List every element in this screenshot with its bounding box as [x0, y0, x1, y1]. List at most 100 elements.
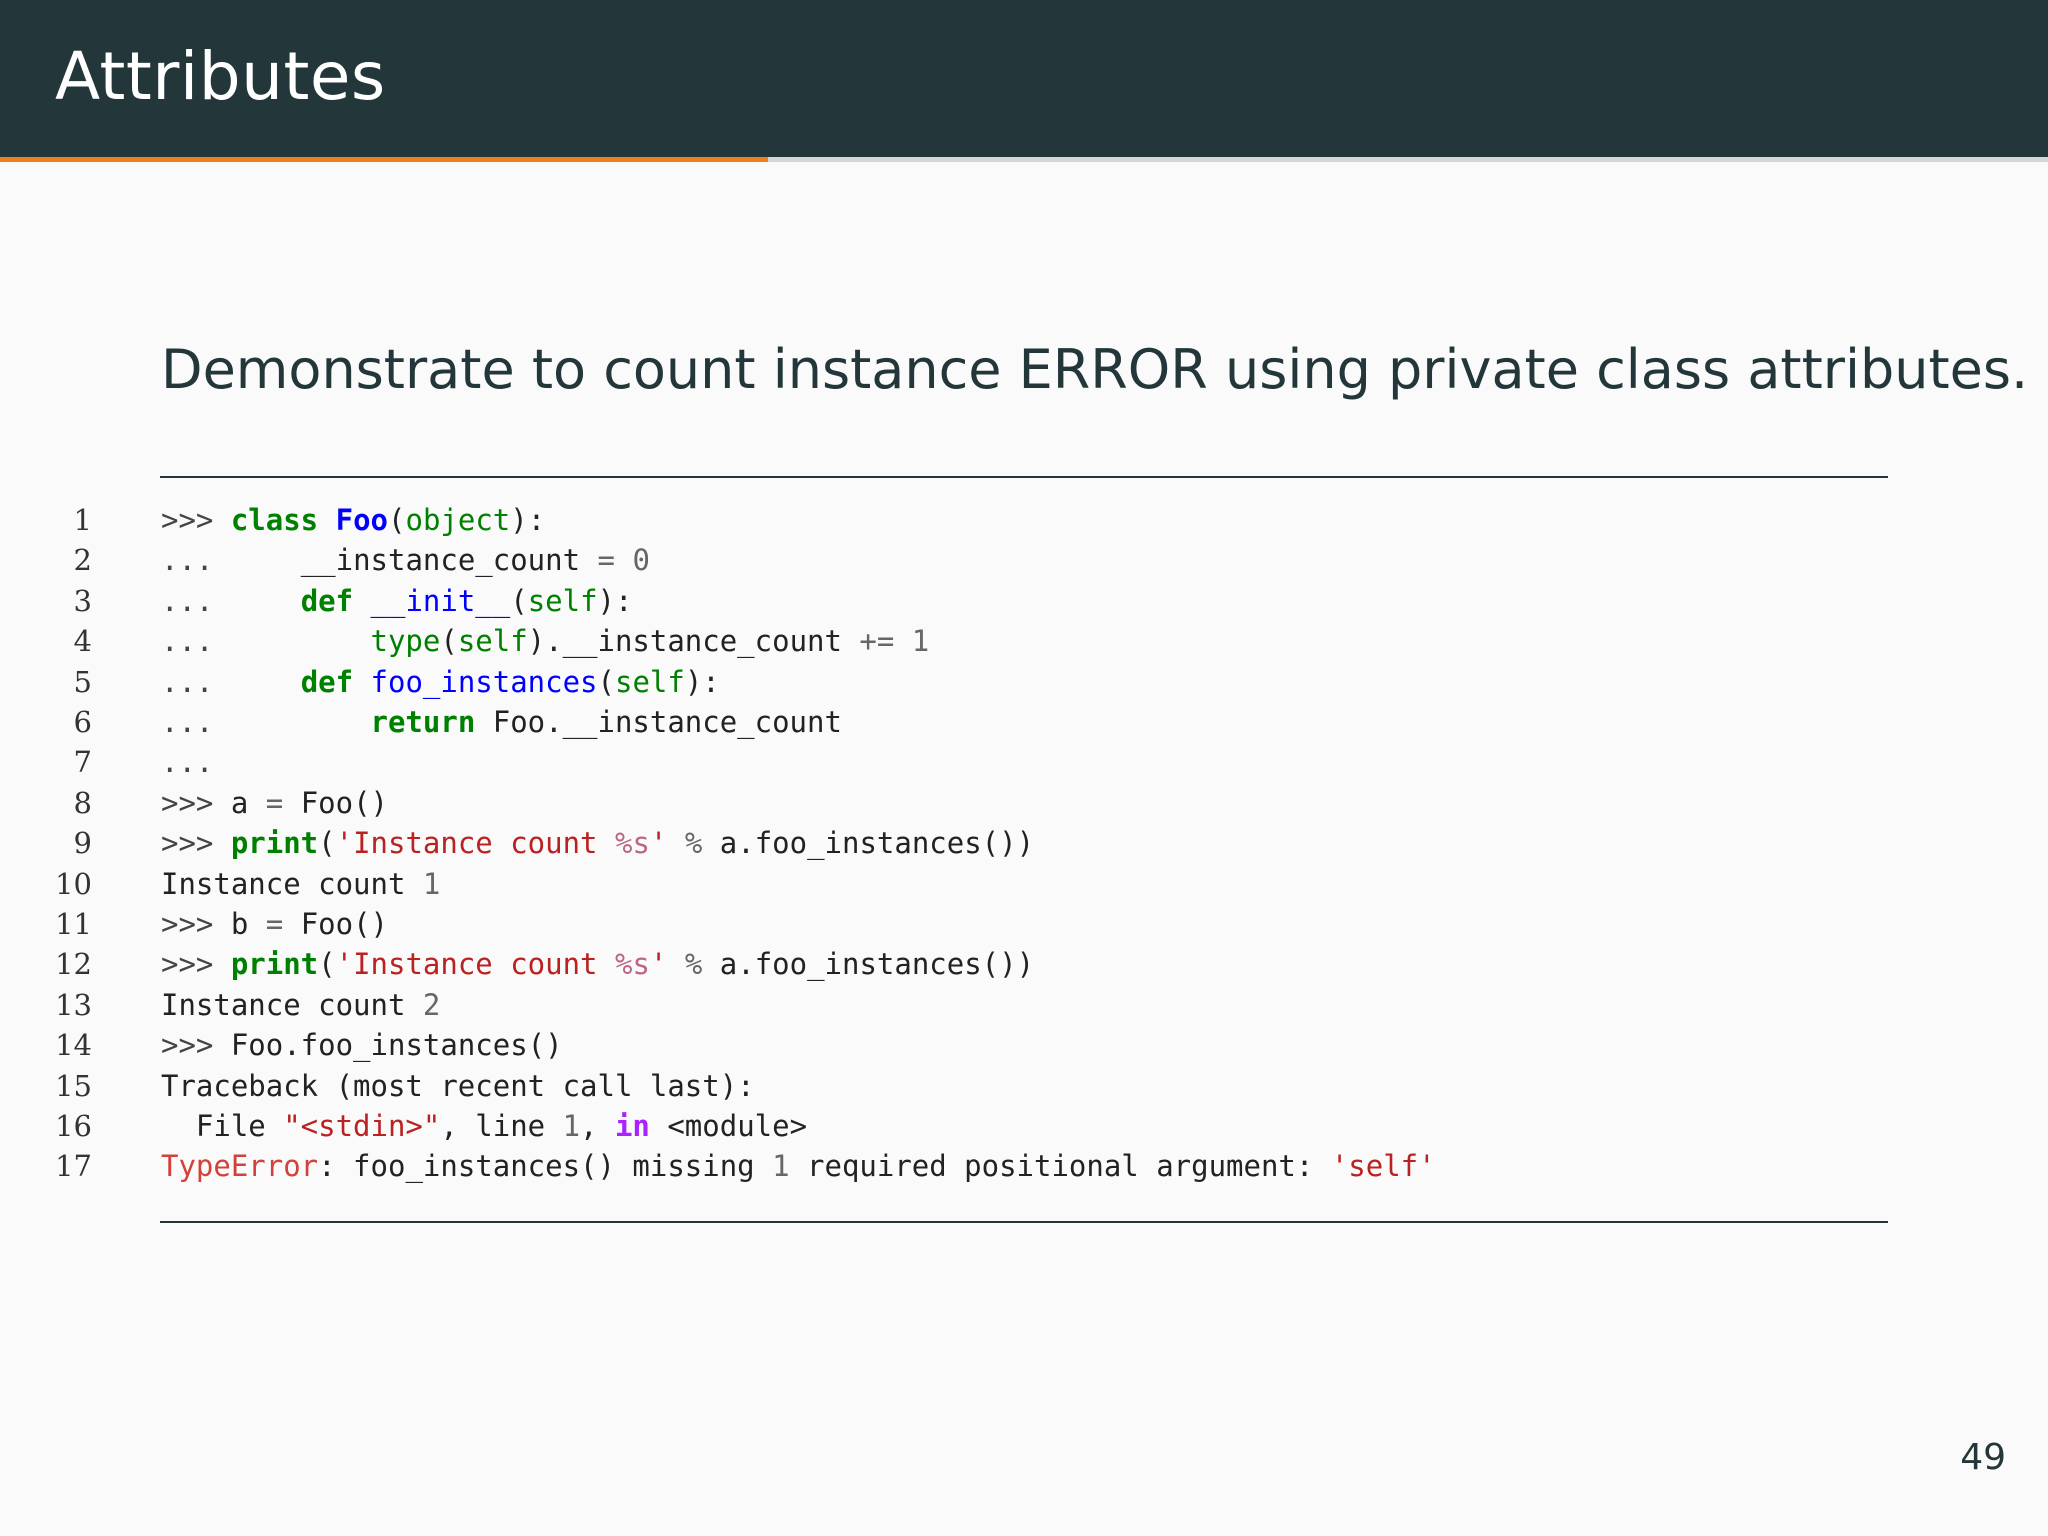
code-token: ... [161, 705, 371, 739]
line-number: 3 [73, 583, 92, 618]
code-token: Foo.__instance_count [475, 705, 842, 739]
code-token: type [370, 624, 441, 659]
code-token: ( [388, 503, 406, 537]
code-token: 'Instance count [335, 947, 615, 982]
code-token: >>> [161, 503, 231, 537]
code-token: >>> [161, 947, 231, 982]
code-token: 1 [772, 1149, 790, 1184]
code-top-rule [160, 476, 1888, 478]
code-text: >>> print('Instance count %s' % a.foo_in… [161, 823, 1034, 863]
code-token: ' [649, 947, 668, 982]
code-token: Foo.foo_instances() [230, 1028, 563, 1063]
code-token: %s [614, 826, 650, 861]
code-token: ... [161, 543, 301, 578]
line-number: 4 [73, 624, 92, 659]
code-token: <module> [649, 1109, 808, 1143]
code-token: ( [440, 624, 458, 659]
code-token: Foo [335, 503, 389, 537]
code-token: "<stdin>" [283, 1109, 441, 1143]
code-token: ... [161, 624, 371, 659]
code-token: % [684, 826, 703, 861]
code-token: 'self' [1330, 1149, 1436, 1184]
code-token: , [580, 1109, 615, 1143]
code-token: % [684, 947, 703, 982]
code-text: File "<stdin>", line 1, in <module> [161, 1106, 807, 1146]
code-token: >>> [161, 785, 231, 820]
slide-title: Attributes [55, 38, 386, 115]
code-text: ... type(self).__instance_count += 1 [161, 621, 929, 661]
code-token: : foo_instances() missing [318, 1149, 773, 1184]
code-token: self [527, 583, 598, 618]
slide-subtitle: Demonstrate to count instance ERROR usin… [161, 338, 2029, 401]
line-number: 15 [55, 1068, 92, 1103]
code-token: , line [440, 1109, 563, 1143]
code-text: ... return Foo.__instance_count [161, 702, 842, 742]
code-token: in [614, 1109, 650, 1143]
code-token: ): [597, 583, 633, 618]
code-text: Instance count 2 [161, 985, 440, 1025]
code-token: Traceback (most recent call last): [161, 1068, 755, 1103]
code-token: File [161, 1109, 284, 1143]
code-text: TypeError: foo_instances() missing 1 req… [161, 1146, 1436, 1186]
code-token: Foo() [283, 907, 388, 941]
line-number: 13 [55, 987, 92, 1022]
code-token: ... [161, 583, 301, 618]
code-token: print [230, 826, 319, 861]
code-token: = [265, 907, 284, 941]
code-text: ... def foo_instances(self): [161, 662, 720, 702]
line-number: 10 [55, 866, 92, 901]
code-token: def [300, 583, 354, 618]
line-number: 16 [55, 1109, 92, 1143]
code-token: += [859, 624, 895, 659]
code-text: ... def __init__(self): [161, 581, 632, 621]
progress-bar [0, 157, 2048, 162]
line-number: 8 [73, 785, 92, 820]
slide-header: Attributes [0, 0, 2048, 157]
line-number: 14 [55, 1028, 92, 1063]
code-text: >>> Foo.foo_instances() [161, 1025, 563, 1065]
code-token: >>> [161, 907, 231, 941]
code-token: Instance count [161, 987, 423, 1022]
code-text: >>> class Foo(object): [161, 500, 545, 540]
code-text: ... __instance_count = 0 [161, 540, 650, 580]
code-token: 0 [632, 543, 650, 578]
code-text: Instance count 1 [161, 864, 440, 904]
line-number: 12 [55, 947, 92, 982]
line-number: 5 [73, 664, 92, 699]
line-number: 17 [55, 1149, 92, 1184]
code-token: ).__instance_count [527, 624, 860, 659]
code-token: a.foo_instances()) [702, 826, 1035, 861]
code-token: print [230, 947, 319, 982]
code-token: ( [318, 947, 336, 982]
code-token: class [230, 503, 319, 537]
code-token: 1 [911, 624, 930, 659]
line-number: 2 [73, 543, 92, 578]
code-token: 2 [422, 987, 441, 1022]
code-token: = [597, 543, 615, 578]
code-token: >>> [161, 826, 231, 861]
code-token: ( [510, 583, 528, 618]
progress-bar-fill [0, 157, 768, 162]
line-number: 9 [73, 826, 92, 861]
code-token: required positional argument: [789, 1149, 1331, 1184]
code-token: object [405, 503, 511, 537]
line-number: 11 [55, 907, 92, 941]
code-token: def [300, 664, 354, 699]
code-token: ' [649, 826, 668, 861]
code-token: ... [161, 664, 301, 699]
code-token: >>> [161, 1028, 231, 1063]
code-token: return [370, 705, 476, 739]
code-token: TypeError [161, 1149, 319, 1184]
code-token: ): [684, 664, 720, 699]
code-token: %s [614, 947, 650, 982]
code-token: self [615, 664, 685, 699]
line-number: 7 [73, 745, 92, 780]
line-number: 1 [73, 503, 92, 537]
code-token: Foo() [283, 785, 388, 820]
code-text: Traceback (most recent call last): [161, 1066, 755, 1106]
code-bottom-rule [160, 1221, 1888, 1223]
